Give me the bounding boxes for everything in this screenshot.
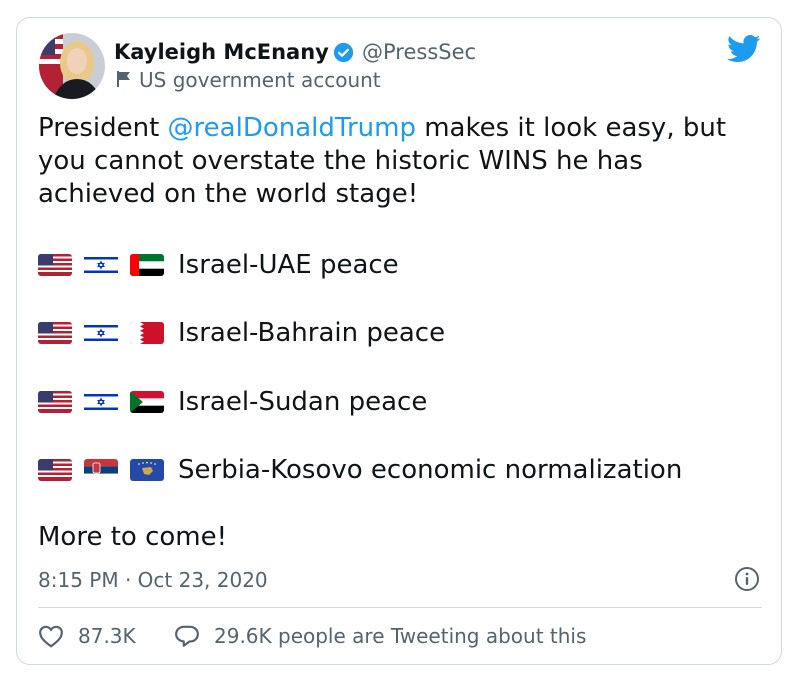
achievement-line: Israel-Bahrain peace — [38, 316, 445, 350]
verified-badge-icon — [333, 42, 354, 63]
sudan-flag-icon — [130, 391, 164, 413]
us-flag-icon — [38, 391, 72, 413]
intro-text-before: President — [38, 113, 168, 143]
achievement-line: Serbia-Kosovo economic normalization — [38, 453, 682, 487]
achievement-line: Israel-UAE peace — [38, 248, 399, 282]
achievement-text: Israel-UAE peace — [178, 250, 399, 280]
israel-flag-icon — [84, 322, 118, 344]
serbia-flag-icon — [84, 459, 118, 481]
info-icon[interactable] — [734, 566, 760, 592]
achievement-text: Israel-Sudan peace — [178, 387, 428, 417]
tweet-intro: President @realDonaldTrump makes it look… — [38, 112, 768, 211]
achievement-text: Israel-Bahrain peace — [178, 318, 446, 348]
achievement-line: Israel-Sudan peace — [38, 385, 427, 419]
us-flag-icon — [38, 322, 72, 344]
achievement-text: Serbia-Kosovo economic normalization — [178, 455, 683, 485]
author-name[interactable]: Kayleigh McEnany — [114, 38, 329, 66]
kosovo-flag-icon — [130, 459, 164, 481]
bahrain-flag-icon — [130, 322, 164, 344]
avatar[interactable] — [39, 33, 105, 99]
us-flag-icon — [38, 254, 72, 276]
like-button[interactable]: 87.3K — [38, 622, 136, 650]
tweeting-about-link[interactable]: 29.6K people are Tweeting about this — [174, 622, 586, 650]
reply-bubble-icon — [175, 625, 199, 647]
tweeting-text: 29.6K people are Tweeting about this — [214, 624, 587, 648]
like-count: 87.3K — [78, 624, 136, 648]
israel-flag-icon — [84, 391, 118, 413]
tweet-timestamp[interactable]: 8:15 PM · Oct 23, 2020 — [38, 566, 268, 594]
heart-icon — [39, 625, 63, 648]
us-flag-icon — [38, 459, 72, 481]
uae-flag-icon — [130, 254, 164, 276]
author-handle[interactable]: @PressSec — [362, 38, 476, 66]
israel-flag-icon — [84, 254, 118, 276]
government-flag-icon — [117, 71, 130, 87]
account-label: US government account — [139, 68, 381, 92]
mention-link[interactable]: @realDonaldTrump — [168, 113, 416, 143]
closing-text: More to come! — [38, 522, 228, 552]
divider — [38, 607, 762, 608]
twitter-bird-icon[interactable] — [727, 34, 761, 64]
